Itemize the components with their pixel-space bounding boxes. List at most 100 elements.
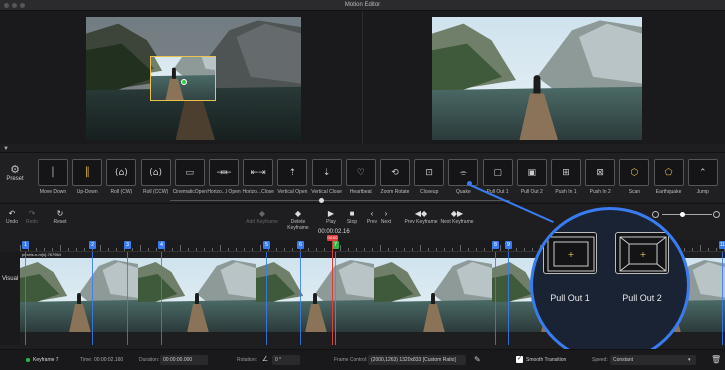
push-in-2-icon: ⊠ — [596, 167, 604, 178]
ruler-tick — [340, 245, 341, 251]
effect-preset-bar: ⚙ Preset │ Move Down ║ Up-Down (⌂) Roll (CW) (… — [0, 152, 725, 203]
effect-thumb-14[interactable]: ▣ — [516, 159, 547, 186]
effect-label-9: Heartbeat — [349, 189, 372, 195]
duration-field[interactable]: 00:00:00.000 — [160, 355, 208, 365]
ruler-tick — [308, 248, 309, 251]
effect-thumb-12[interactable]: ⌯ — [448, 159, 479, 186]
redo-icon: ↷ — [28, 209, 36, 218]
delete-keyframe-icon: ◆ — [294, 209, 302, 218]
effect-thumb-15[interactable]: ⊞ — [551, 159, 581, 186]
video-frame-thumbnail — [374, 258, 492, 332]
effect-thumb-17[interactable]: ⬡ — [619, 159, 650, 186]
zoom-out-icon[interactable] — [652, 211, 659, 218]
keyframe-line — [495, 252, 496, 345]
keyframe-marker[interactable]: 9 — [505, 241, 512, 249]
keyframe-marker[interactable]: 1 — [22, 241, 29, 249]
source-preview[interactable] — [86, 17, 301, 140]
effect-thumb-4[interactable]: ▭ — [174, 159, 205, 186]
effect-thumb-9[interactable]: ♡ — [345, 159, 376, 186]
effect-thumb-8[interactable]: ⇣ — [311, 159, 342, 186]
playhead-tag[interactable]: 00:00 — [327, 235, 338, 241]
quake-icon: ⌯ — [459, 167, 467, 178]
effect-thumb-16[interactable]: ⊠ — [585, 159, 616, 186]
undo-icon: ↶ — [8, 209, 16, 218]
prev-keyframe-button[interactable]: ◀◆ Prev Keyframe — [404, 209, 438, 225]
pull-out-2-label: Pull Out 2 — [622, 293, 662, 303]
closeup-icon: ⊡ — [425, 167, 433, 178]
keyframe-marker[interactable]: 7 — [332, 241, 339, 249]
rotation-angle-icon: ∠ — [262, 356, 269, 363]
ruler-tick — [132, 248, 133, 251]
keyframe-marker[interactable]: 6 — [297, 241, 304, 249]
keyframe-marker[interactable]: 8 — [492, 241, 499, 249]
effect-thumb-18[interactable]: ⬠ — [653, 159, 684, 186]
effect-thumb-1[interactable]: ║ — [72, 159, 103, 186]
keyframe-marker[interactable]: 4 — [158, 241, 165, 249]
keyframe-marker[interactable]: 2 — [89, 241, 96, 249]
effect-thumb-10[interactable]: ⟲ — [380, 159, 410, 186]
ruler-tick — [524, 248, 525, 251]
keyframe-marker[interactable]: 3 — [124, 241, 131, 249]
ruler-tick — [100, 245, 101, 251]
up-down-icon: ║ — [84, 167, 90, 178]
ruler-tick — [188, 248, 189, 251]
effect-label-4: CinematicOpen — [172, 189, 208, 195]
effect-thumb-3[interactable]: (⌂) — [140, 159, 171, 186]
duration-label: Duration: — [139, 357, 160, 363]
effect-thumb-2[interactable]: (⌂) — [106, 159, 137, 186]
ruler-tick — [276, 248, 277, 251]
output-preview — [432, 17, 642, 140]
ruler-tick — [228, 248, 229, 251]
add-keyframe-button[interactable]: ◆ Add Keyframe — [245, 209, 279, 225]
crop-settings-icon[interactable]: ✎ — [474, 355, 481, 364]
smooth-transition-checkbox[interactable]: ✓ — [516, 356, 523, 363]
undo-button[interactable]: ↶ Undo — [4, 209, 20, 225]
ruler-tick — [172, 248, 173, 251]
pull-out-2-card: + — [615, 232, 669, 274]
preset-scroll-track[interactable] — [170, 200, 510, 201]
keyframe-line — [266, 252, 267, 345]
roll-ccw-icon: (⌂) — [149, 167, 162, 178]
effect-thumb-7[interactable]: ⇡ — [277, 159, 308, 186]
ruler-tick — [148, 248, 149, 251]
effect-thumb-6[interactable]: ⇤⇥ — [243, 159, 274, 186]
rotation-field[interactable]: 0 ° — [272, 355, 300, 365]
delete-keyframe-button[interactable]: ◆ Delete Keyframe — [280, 209, 316, 231]
zoom-in-icon[interactable] — [713, 211, 720, 218]
zoom-callout: + + Pull Out 1 Pull Out 2 — [530, 207, 690, 363]
ruler-tick — [460, 245, 461, 251]
frame-control-field[interactable]: (2000,1263) 1320x833 [Custom Ratio] — [368, 355, 466, 365]
crop-center-handle[interactable] — [181, 79, 187, 85]
ruler-tick — [84, 248, 85, 251]
next-keyframe-button[interactable]: ◆▶ Next Keyframe — [440, 209, 474, 225]
speed-label: Speed: — [592, 357, 608, 363]
effect-label-17: Scan — [628, 189, 641, 195]
ruler-tick — [484, 248, 485, 251]
effect-thumb-5[interactable]: ⇥⇤ — [209, 159, 239, 186]
vertical-open-icon: ⇡ — [288, 167, 297, 178]
effect-thumb-19[interactable]: ⌃ — [687, 159, 718, 186]
zoom-slider-track[interactable] — [662, 214, 712, 215]
playhead[interactable] — [332, 235, 333, 345]
next-frame-button[interactable]: › Next — [380, 209, 392, 225]
effect-thumb-13[interactable]: ▢ — [482, 159, 513, 186]
speed-select[interactable]: Constant ▾ — [610, 355, 696, 365]
keyframe-marker[interactable]: 5 — [263, 241, 270, 249]
trash-icon[interactable]: 🗑 — [711, 355, 721, 364]
title-bar: Motion Editor — [0, 0, 725, 11]
chevron-down-icon: ▾ — [688, 357, 691, 363]
effect-thumb-0[interactable]: │ — [38, 159, 68, 186]
pull-out-2-icon: ▣ — [527, 167, 537, 178]
zoom-rotate-icon: ⟲ — [391, 167, 399, 178]
play-button[interactable]: ▶ Play — [324, 209, 338, 225]
video-frame-thumbnail — [256, 258, 374, 332]
zoom-slider-thumb[interactable] — [680, 212, 685, 217]
stop-button[interactable]: ■ Stop — [345, 209, 359, 225]
keyframe-marker[interactable]: 11 — [719, 241, 725, 249]
ruler-tick — [692, 248, 693, 251]
reset-button[interactable]: ↻ Reset — [52, 209, 68, 225]
preset-button[interactable]: ⚙ Preset — [3, 163, 27, 182]
redo-button[interactable]: ↷ Redo — [24, 209, 40, 225]
effect-thumb-11[interactable]: ⊡ — [414, 159, 445, 186]
prev-frame-button[interactable]: ‹ Prev — [366, 209, 378, 225]
